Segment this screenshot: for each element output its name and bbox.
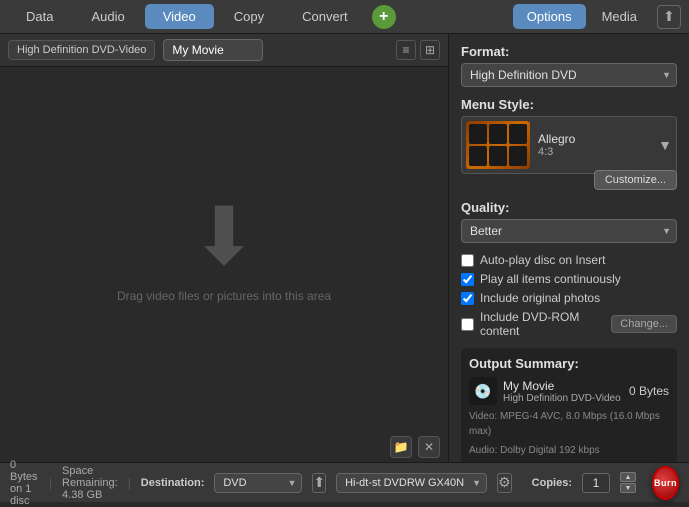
drop-area-text: Drag video files or pictures into this a… xyxy=(117,289,331,303)
autoplay-label: Auto-play disc on Insert xyxy=(480,253,605,267)
copies-label: Copies: xyxy=(532,477,572,489)
change-button[interactable]: Change... xyxy=(611,315,677,333)
quality-select[interactable]: Better xyxy=(461,219,677,243)
include-dvdrom-label: Include DVD-ROM content xyxy=(480,310,605,338)
summary-row: 💿 My Movie High Definition DVD-Video 0 B… xyxy=(469,377,669,405)
include-photos-row: Include original photos xyxy=(461,291,677,305)
summary-project-type: High Definition DVD-Video xyxy=(503,393,623,404)
format-select-wrapper: High Definition DVD xyxy=(461,63,677,87)
destination-disc-wrapper: DVD Folder Disc Image xyxy=(214,473,302,493)
summary-project-name: My Movie xyxy=(503,379,623,393)
menu-style-label: Menu Style: xyxy=(461,97,677,112)
menu-style-dropdown-icon[interactable]: ▼ xyxy=(658,137,672,153)
summary-size: 0 Bytes xyxy=(629,384,669,398)
menu-style-section: Menu Style: Allegro 4:3 ▼ xyxy=(461,97,677,190)
summary-audio-detail: Audio: Dolby Digital 192 kbps xyxy=(469,443,669,458)
destination-label: Destination: xyxy=(141,477,205,489)
autoplay-row: Auto-play disc on Insert xyxy=(461,253,677,267)
right-panel: Format: High Definition DVD Menu Style: xyxy=(449,34,689,462)
bottom-bar: 0 Bytes on 1 disc | Space Remaining: 4.3… xyxy=(0,462,689,502)
remove-item-button[interactable]: ✕ xyxy=(418,436,440,458)
play-all-label: Play all items continuously xyxy=(480,272,621,286)
summary-info: My Movie High Definition DVD-Video xyxy=(503,379,623,404)
menu-style-ratio: 4:3 xyxy=(538,146,650,158)
view-list-icon[interactable]: ≡ xyxy=(396,40,416,60)
copies-value: 1 xyxy=(582,473,610,493)
quality-section: Quality: Better xyxy=(461,200,677,243)
add-project-button[interactable]: + xyxy=(372,5,396,29)
quality-select-wrapper: Better xyxy=(461,219,677,243)
view-grid-icon[interactable]: ⊞ xyxy=(420,40,440,60)
copies-increment-button[interactable]: ▲ xyxy=(620,472,636,482)
autoplay-checkbox[interactable] xyxy=(461,254,474,267)
left-panel: High Definition DVD-Video ≡ ⊞ ⬇ Drag vid… xyxy=(0,34,449,462)
export-button[interactable]: ⬆ xyxy=(657,5,681,29)
drop-area[interactable]: ⬇ Drag video files or pictures into this… xyxy=(0,67,448,432)
output-summary: Output Summary: 💿 My Movie High Definiti… xyxy=(461,348,677,462)
bytes-info: 0 Bytes on 1 disc xyxy=(10,459,39,507)
menu-style-name: Allegro xyxy=(538,132,650,146)
menu-style-row: Allegro 4:3 ▼ xyxy=(461,116,677,174)
include-photos-checkbox[interactable] xyxy=(461,292,474,305)
disc-settings-icon[interactable]: ⚙ xyxy=(497,473,512,493)
menu-thumbnail xyxy=(466,121,530,169)
tab-video[interactable]: Video xyxy=(145,4,214,29)
project-type-label: High Definition DVD-Video xyxy=(8,40,155,60)
summary-disc-icon: 💿 xyxy=(469,377,497,405)
format-label: Format: xyxy=(461,44,677,59)
destination-drive-wrapper: Hi-dt-st DVDRW GX40N xyxy=(336,473,487,493)
project-name-input[interactable] xyxy=(163,39,263,61)
play-all-row: Play all items continuously xyxy=(461,272,677,286)
project-bar: High Definition DVD-Video ≡ ⊞ xyxy=(0,34,448,67)
copies-stepper: ▲ ▼ xyxy=(620,472,636,493)
include-dvdrom-checkbox[interactable] xyxy=(461,318,474,331)
drop-area-actions: 📁 ✕ xyxy=(0,432,448,462)
destination-drive-select[interactable]: Hi-dt-st DVDRW GX40N xyxy=(336,473,487,493)
burn-label: Burn xyxy=(654,478,677,488)
add-media-button[interactable]: 📁 xyxy=(390,436,412,458)
customize-button[interactable]: Customize... xyxy=(594,170,677,190)
destination-disc-select[interactable]: DVD Folder Disc Image xyxy=(214,473,302,493)
tab-media[interactable]: Media xyxy=(588,4,651,29)
include-photos-label: Include original photos xyxy=(480,291,600,305)
summary-video-detail: Video: MPEG-4 AVC, 8.0 Mbps (16.0 Mbps m… xyxy=(469,409,669,439)
main-layout: High Definition DVD-Video ≡ ⊞ ⬇ Drag vid… xyxy=(0,34,689,462)
options-checkboxes: Auto-play disc on Insert Play all items … xyxy=(461,253,677,338)
quality-label: Quality: xyxy=(461,200,677,215)
output-summary-header: Output Summary: xyxy=(469,356,669,371)
tab-convert[interactable]: Convert xyxy=(284,4,366,29)
space-remaining: Space Remaining: 4.38 GB xyxy=(62,465,118,501)
tab-data[interactable]: Data xyxy=(8,4,71,29)
burn-button[interactable]: Burn xyxy=(652,466,679,500)
format-select[interactable]: High Definition DVD xyxy=(461,63,677,87)
menu-style-info: Allegro 4:3 xyxy=(538,132,650,158)
include-dvdrom-row: Include DVD-ROM content Change... xyxy=(461,310,677,338)
format-section: Format: High Definition DVD xyxy=(461,44,677,87)
drop-arrow-icon: ⬇ xyxy=(190,197,257,277)
tab-audio[interactable]: Audio xyxy=(73,4,142,29)
tab-options[interactable]: Options xyxy=(513,4,586,29)
disc-eject-icon[interactable]: ⬆ xyxy=(312,473,326,493)
tab-copy[interactable]: Copy xyxy=(216,4,282,29)
play-all-checkbox[interactable] xyxy=(461,273,474,286)
copies-decrement-button[interactable]: ▼ xyxy=(620,483,636,493)
tab-bar: Data Audio Video Copy Convert + Options … xyxy=(0,0,689,34)
